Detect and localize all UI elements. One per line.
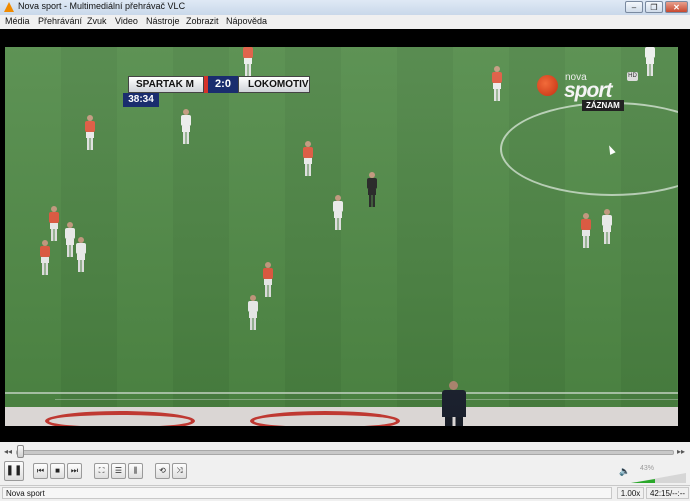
menu-bar: Média Přehrávání Zvuk Video Nástroje Zob…	[0, 15, 690, 29]
seek-back-arrow-icon[interactable]: ◂◂	[4, 447, 12, 456]
menu-audio[interactable]: Zvuk	[87, 16, 107, 26]
menu-playback[interactable]: Přehrávání	[38, 16, 82, 26]
logo-hd-badge: HD	[627, 72, 638, 81]
playback-speed[interactable]: 1.00x	[617, 487, 644, 499]
seek-handle[interactable]	[17, 445, 24, 458]
seek-forward-arrow-icon[interactable]: ▸▸	[677, 447, 685, 456]
menu-help[interactable]: Nápověda	[226, 16, 267, 26]
extended-settings-button[interactable]: ⫼	[128, 463, 143, 479]
menu-tools[interactable]: Nástroje	[146, 16, 180, 26]
menu-video[interactable]: Video	[115, 16, 138, 26]
playlist-button[interactable]: ☰	[111, 463, 126, 479]
match-clock: 38:34	[123, 93, 159, 107]
video-display[interactable]: SPARTAK M 2:0 LOKOMOTIV 38:34 nova sport…	[0, 29, 690, 442]
fullscreen-button[interactable]: ⛶	[94, 463, 109, 479]
volume-level	[631, 479, 655, 483]
media-name: Nova sport	[2, 487, 612, 499]
next-button[interactable]: ⏭	[67, 463, 82, 479]
away-team-name: LOKOMOTIV	[238, 76, 310, 93]
status-bar: Nova sport 1.00x 42:15/--:--	[0, 485, 690, 501]
seek-bar[interactable]	[16, 450, 674, 455]
loop-button[interactable]: ⟲	[155, 463, 170, 479]
control-panel: ◂◂ ▸▸ ❚❚ ⏮ ■ ⏭ ⛶ ☰ ⫼ ⟲ ⤨ 🔈 43%	[0, 442, 690, 485]
ball-icon	[537, 75, 558, 96]
shuffle-button[interactable]: ⤨	[172, 463, 187, 479]
menu-media[interactable]: Média	[5, 16, 30, 26]
minimize-button[interactable]: –	[625, 1, 643, 13]
home-team-name: SPARTAK M	[128, 76, 204, 93]
window-title: Nova sport - Multimediální přehrávač VLC	[18, 1, 186, 11]
match-score: 2:0	[208, 76, 238, 93]
vlc-cone-icon	[4, 2, 14, 12]
previous-button[interactable]: ⏮	[33, 463, 48, 479]
elapsed-time[interactable]: 42:15/--:--	[646, 487, 689, 499]
close-button[interactable]: ✕	[665, 1, 688, 13]
menu-view[interactable]: Zobrazit	[186, 16, 219, 26]
volume-percent: 43%	[640, 465, 655, 472]
speaker-icon[interactable]: 🔈	[619, 466, 630, 477]
pause-button[interactable]: ❚❚	[4, 461, 24, 481]
maximize-button[interactable]: ❐	[645, 1, 663, 13]
stop-button[interactable]: ■	[50, 463, 65, 479]
replay-badge: ZÁZNAM	[582, 100, 624, 111]
title-bar: Nova sport - Multimediální přehrávač VLC…	[0, 0, 690, 16]
